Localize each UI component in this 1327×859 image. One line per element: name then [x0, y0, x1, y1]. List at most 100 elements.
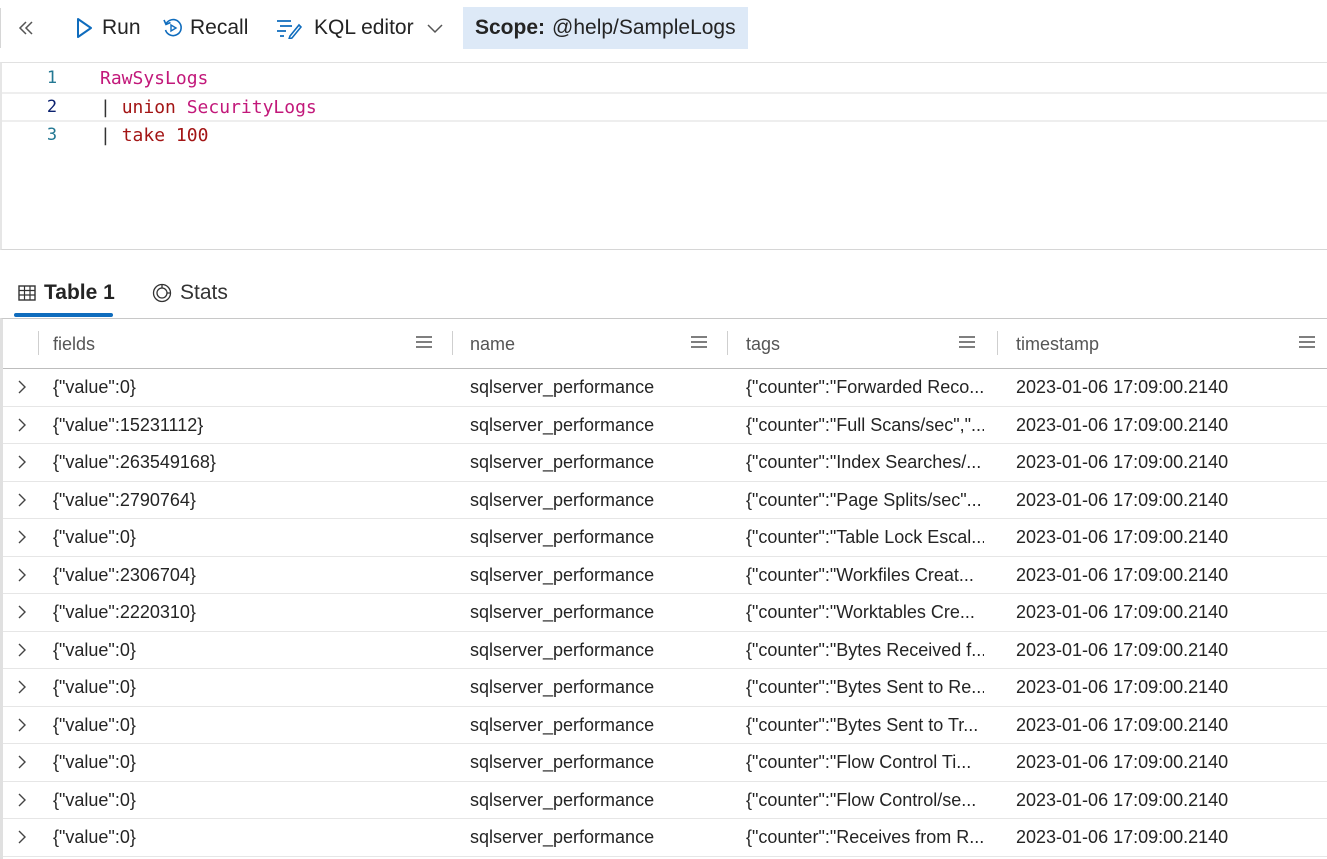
line-number: 1 [46, 68, 58, 88]
cell-name: sqlserver_performance [470, 789, 655, 810]
column-header-timestamp[interactable]: timestamp [1016, 319, 1316, 369]
cell-fields: {"value":0} [53, 827, 136, 847]
chevron-right-icon[interactable] [15, 527, 29, 547]
cell-tags: {"counter":"Table Lock Escal... [746, 527, 984, 547]
table-row[interactable]: {"value":0} sqlserver_performance {"counte… [3, 519, 1327, 557]
chevron-right-icon[interactable] [15, 377, 29, 397]
editor-line[interactable]: 3 | take 100 [2, 121, 1327, 149]
cell-name: sqlserver_performance [470, 489, 655, 510]
cell-tags: {"counter":"Index Searches/... [746, 452, 982, 472]
recall-button[interactable]: Recall [162, 7, 248, 49]
table-row[interactable]: {"value":0} sqlserver_performance {"counte… [3, 369, 1327, 407]
table-row[interactable]: {"value":0} sqlserver_performance {"counte… [3, 632, 1327, 669]
chevron-right-icon[interactable] [15, 790, 29, 810]
chevron-right-icon[interactable] [15, 490, 29, 510]
kql-query-editor[interactable]: 1 RawSysLogs 2 | union SecurityLogs 3 | … [0, 62, 1327, 250]
column-header-label: timestamp [1016, 333, 1100, 354]
line-number: 2 [46, 97, 58, 117]
chevron-right-icon[interactable] [15, 827, 29, 847]
tab-table-1[interactable]: Table 1 [18, 268, 115, 318]
table-row[interactable]: {"value":0} sqlserver_performance {"counte… [3, 707, 1327, 744]
chevron-right-icon[interactable] [15, 677, 29, 697]
cell-tags: {"counter":"Receives from R... [746, 827, 984, 847]
chevron-right-icon[interactable] [15, 415, 29, 435]
column-separator[interactable] [727, 331, 728, 355]
table-row[interactable]: {"value":2306704} sqlserver_performance {"… [3, 557, 1327, 594]
grid-header: fields name tags timestamp [3, 319, 1327, 369]
scope-value: @help/SampleLogs [552, 16, 736, 39]
cell-name: sqlserver_performance [470, 752, 655, 772]
editor-line[interactable]: 1 RawSysLogs [2, 64, 1327, 92]
cell-fields: {"value":263549168} [53, 452, 216, 472]
cell-timestamp: 2023-01-06 17:09:00.2140 [1016, 527, 1229, 547]
cell-tags: {"counter":"Forwarded Reco... [746, 377, 984, 397]
table-row[interactable]: {"value":15231112} sqlserver_performance {… [3, 407, 1327, 444]
tab-stats[interactable]: Stats [152, 268, 228, 318]
column-separator[interactable] [997, 331, 998, 355]
table-row[interactable]: {"value":0} sqlserver_performance {"counte… [3, 819, 1327, 857]
cell-name: sqlserver_performance [470, 452, 655, 472]
keyword-token: union [121, 96, 176, 118]
chevron-right-icon[interactable] [15, 715, 29, 735]
column-header-name[interactable]: name [470, 319, 708, 369]
cell-tags: {"counter":"Flow Control Ti... [746, 752, 972, 772]
cell-fields: {"value":0} [53, 639, 136, 660]
table-row[interactable]: {"value":0} sqlserver_performance {"counte… [3, 782, 1327, 819]
column-menu-icon[interactable] [415, 333, 433, 354]
chevron-right-icon[interactable] [15, 602, 29, 622]
cell-name: sqlserver_performance [470, 414, 655, 435]
chevron-right-icon[interactable] [15, 752, 29, 772]
column-menu-icon[interactable] [958, 333, 976, 354]
line-number: 3 [46, 125, 58, 145]
chevron-right-icon[interactable] [15, 640, 29, 660]
run-label: Run [102, 16, 141, 39]
keyword-token: take [121, 124, 166, 146]
collapse-pane-button[interactable] [18, 7, 48, 49]
cell-timestamp: 2023-01-06 17:09:00.2140 [1016, 489, 1229, 510]
cell-tags: {"counter":"Worktables Cre... [746, 602, 975, 622]
cell-fields: {"value":15231112} [53, 414, 204, 435]
table-token: RawSysLogs [100, 67, 209, 89]
column-separator [38, 331, 39, 355]
column-header-label: tags [746, 333, 781, 354]
cell-timestamp: 2023-01-06 17:09:00.2140 [1016, 377, 1229, 397]
cell-name: sqlserver_performance [470, 639, 655, 660]
column-menu-icon[interactable] [690, 333, 708, 354]
table-row[interactable]: {"value":2220310} sqlserver_performance {"… [3, 594, 1327, 632]
column-header-tags[interactable]: tags [746, 319, 976, 369]
query-toolbar: Run Recall KQL editor Scope: @help/Sampl… [0, 0, 1327, 62]
cell-timestamp: 2023-01-06 17:09:00.2140 [1016, 602, 1229, 622]
table-row[interactable]: {"value":2790764} sqlserver_performance {"… [3, 482, 1327, 519]
selected-tab-indicator [14, 313, 113, 317]
pipe-token: | [100, 124, 111, 146]
results-tabs: Table 1 Stats [0, 250, 1327, 318]
table-row[interactable]: {"value":263549168} sqlserver_performance… [3, 444, 1327, 482]
cell-timestamp: 2023-01-06 17:09:00.2140 [1016, 414, 1229, 435]
kql-editor-dropdown[interactable]: KQL editor [274, 7, 444, 49]
cell-timestamp: 2023-01-06 17:09:00.2140 [1016, 827, 1229, 847]
chevron-right-icon[interactable] [15, 452, 29, 472]
cell-fields: {"value":0} [53, 377, 136, 397]
double-chevron-left-icon [18, 15, 34, 41]
run-button[interactable]: Run [74, 7, 141, 49]
table-token: SecurityLogs [186, 96, 317, 118]
chevron-right-icon[interactable] [15, 565, 29, 585]
cell-timestamp: 2023-01-06 17:09:00.2140 [1016, 752, 1229, 772]
editor-line-current[interactable]: 2 | union SecurityLogs [2, 92, 1327, 122]
kql-editor-label: KQL editor [314, 16, 414, 39]
cell-name: sqlserver_performance [470, 602, 655, 622]
toolbar-left-border [0, 8, 1, 48]
cell-timestamp: 2023-01-06 17:09:00.2140 [1016, 452, 1229, 472]
results-grid: fields name tags timestamp {"value":0} sq… [0, 318, 1327, 859]
cell-fields: {"value":0} [53, 752, 136, 772]
tab-label: Stats [180, 281, 228, 304]
column-header-fields[interactable]: fields [53, 319, 433, 369]
cell-timestamp: 2023-01-06 17:09:00.2140 [1016, 789, 1229, 810]
column-header-label: fields [53, 333, 96, 354]
scope-selector[interactable]: Scope: @help/SampleLogs [463, 7, 748, 49]
column-menu-icon[interactable] [1298, 333, 1316, 354]
column-separator[interactable] [452, 331, 453, 355]
table-row[interactable]: {"value":0} sqlserver_performance {"counte… [3, 744, 1327, 782]
number-token: 100 [175, 124, 209, 146]
table-row[interactable]: {"value":0} sqlserver_performance {"counte… [3, 669, 1327, 707]
